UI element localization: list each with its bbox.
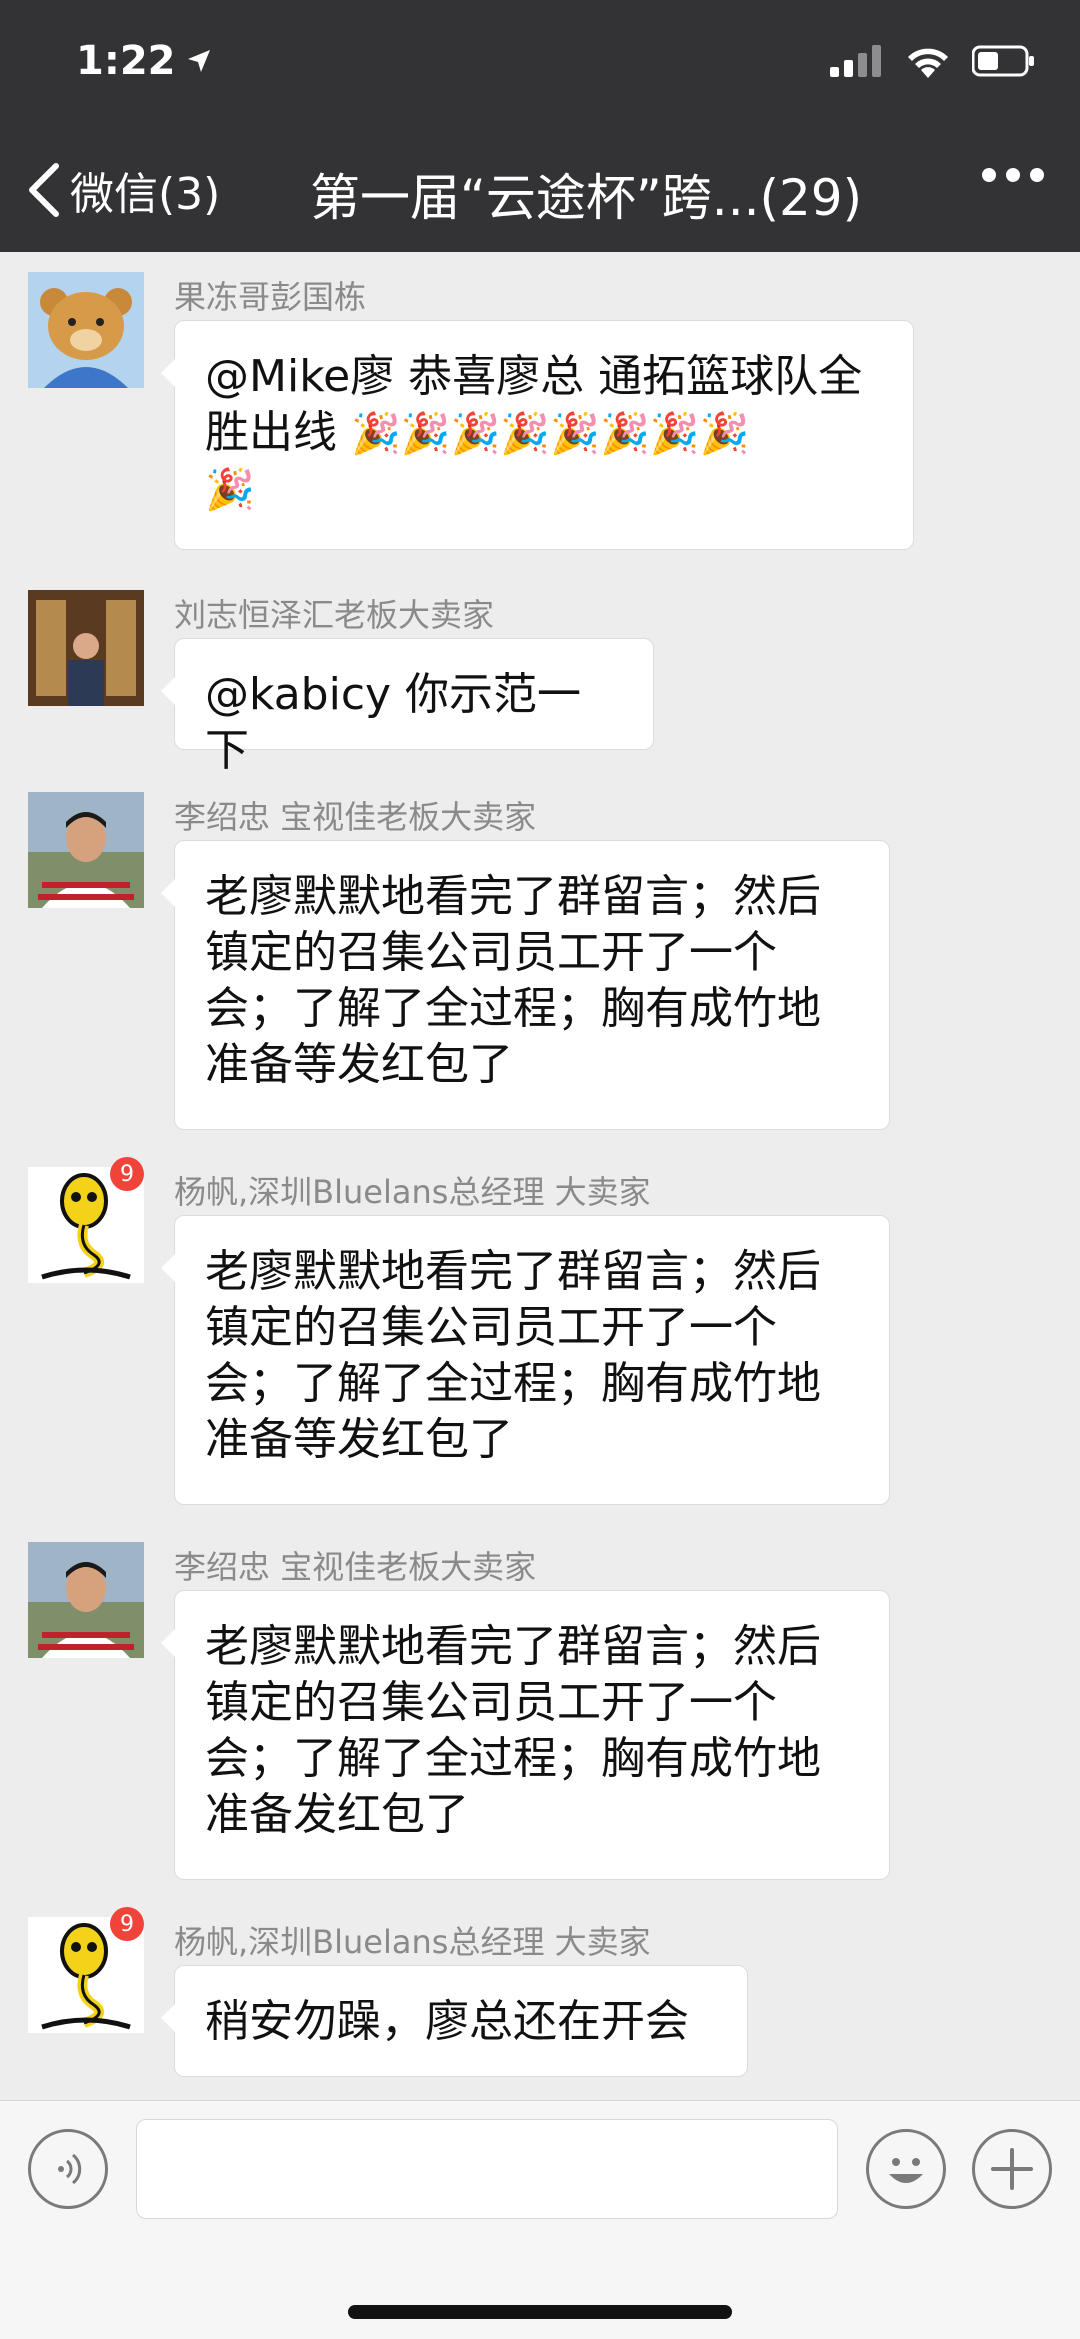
avatar[interactable] [28,272,144,388]
man-photo-avatar-icon [28,1542,144,1658]
battery-icon [972,45,1034,77]
message-text-line: 老廖默默地看完了群留言；然后 [205,1246,821,1297]
message-bubble[interactable]: 老廖默默地看完了群留言；然后 镇定的召集公司员工开了一个 会；了解了全过程；胸有… [161,840,890,1130]
home-indicator [348,2305,732,2319]
message-text-line: 会；了解了全过程；胸有成竹地 [205,1358,821,1409]
message-input[interactable] [136,2119,838,2219]
message-item: 李绍忠 宝视佳老板大卖家 老廖默默地看完了群留言；然后 镇定的召集公司员工开了一… [0,1522,1080,1892]
emoji-button[interactable] [866,2129,946,2209]
status-time: 1:22 [76,38,176,84]
more-dot-icon [1030,168,1044,182]
chat-list[interactable]: 果冻哥彭国栋 @Mike廖 恭喜廖总 通拓篮球队全 胜出线 🎉🎉🎉🎉🎉🎉🎉🎉 🎉… [0,252,1080,2100]
status-bar: 1:22 [0,0,1080,130]
unread-badge: 9 [110,1157,144,1191]
message-item: 9 杨帆,深圳Bluelans总经理 大卖家 老廖默默地看完了群留言；然后 镇定… [0,1147,1080,1517]
voice-button[interactable] [28,2129,108,2209]
unread-badge: 9 [110,1907,144,1941]
sender-name: 李绍忠 宝视佳老板大卖家 [174,798,537,836]
wifi-icon [908,48,948,78]
message-bubble[interactable]: @Mike廖 恭喜廖总 通拓篮球队全 胜出线 🎉🎉🎉🎉🎉🎉🎉🎉 🎉 [161,320,914,550]
sender-name: 杨帆,深圳Bluelans总经理 大卖家 [174,1173,651,1211]
message-text-line: 镇定的召集公司员工开了一个 [205,1302,777,1353]
sender-name: 李绍忠 宝视佳老板大卖家 [174,1548,537,1586]
message-text-line: 胜出线 🎉🎉🎉🎉🎉🎉🎉🎉 [205,405,883,462]
signal-icon [830,45,881,77]
party-popper-icon: 🎉 [205,467,255,513]
message-text-line: 准备等发红包了 [205,1039,513,1090]
smiley-icon [889,2158,923,2183]
party-popper-icon: 🎉🎉🎉🎉🎉🎉🎉🎉 [351,411,750,457]
location-arrow-icon [187,50,210,72]
voice-icon [58,2153,82,2185]
man-photo-avatar-icon [28,792,144,908]
more-dot-icon [1006,168,1020,182]
more-dot-icon [982,168,996,182]
message-text-line: 老廖默默地看完了群留言；然后 [205,871,821,922]
bear-avatar-icon [28,272,144,388]
message-text-line: 准备等发红包了 [205,1414,513,1465]
message-bubble[interactable]: 稍安勿躁，廖总还在开会 [161,1965,748,2077]
message-text-line: 老廖默默地看完了群留言；然后 [205,1621,821,1672]
sender-name: 杨帆,深圳Bluelans总经理 大卖家 [174,1923,651,1961]
nav-bar: 微信(3) 第一届“云途杯”跨...(29) [0,140,1080,240]
sender-name: 果冻哥彭国栋 [174,278,367,316]
message-item: 李绍忠 宝视佳老板大卖家 老廖默默地看完了群留言；然后 镇定的召集公司员工开了一… [0,772,1080,1142]
top-bar: 1:22 微信(3) 第一届“云途杯”跨...(29) [0,0,1080,252]
message-text-line: 镇定的召集公司员工开了一个 [205,1677,777,1728]
input-bar [0,2100,1080,2339]
message-bubble[interactable]: @kabicy 你示范一下 [161,638,654,776]
message-bubble[interactable]: 老廖默默地看完了群留言；然后 镇定的召集公司员工开了一个 会；了解了全过程；胸有… [161,1215,890,1505]
message-text: @kabicy 你示范一下 [205,669,582,776]
avatar[interactable] [28,1542,144,1658]
message-item: 刘志恒泽汇老板大卖家 @kabicy 你示范一下 [0,570,1080,776]
message-text-line: 会；了解了全过程；胸有成竹地 [205,1733,821,1784]
message-text-line: 准备发红包了 [205,1789,469,1840]
chat-title: 第一届“云途杯”跨...(29) [310,169,863,227]
message-item: 果冻哥彭国栋 @Mike廖 恭喜廖总 通拓篮球队全 胜出线 🎉🎉🎉🎉🎉🎉🎉🎉 🎉 [0,252,1080,562]
avatar[interactable] [28,792,144,908]
plus-icon [991,2148,1033,2190]
status-icons [830,44,1036,78]
avatar[interactable] [28,590,144,706]
back-label: 微信(3) [70,169,221,220]
message-bubble[interactable]: 老廖默默地看完了群留言；然后 镇定的召集公司员工开了一个 会；了解了全过程；胸有… [161,1590,890,1880]
message-text: 稍安勿躁，廖总还在开会 [205,1996,689,2047]
message-text: 胜出线 [205,407,337,458]
person-photo-avatar-icon [28,590,144,706]
status-time-group: 1:22 [76,38,212,84]
more-actions-button[interactable] [972,2129,1052,2209]
chevron-left-icon [29,163,59,217]
more-button[interactable] [982,168,1044,182]
message-text-line: 镇定的召集公司员工开了一个 [205,927,777,978]
message-text-line: 会；了解了全过程；胸有成竹地 [205,983,821,1034]
back-button[interactable]: 微信(3) [24,158,220,222]
message-item: 9 杨帆,深圳Bluelans总经理 大卖家 稍安勿躁，廖总还在开会 [0,1897,1080,2097]
message-text: @Mike廖 恭喜廖总 通拓篮球队全 [205,351,863,402]
sender-name: 刘志恒泽汇老板大卖家 [174,596,495,634]
